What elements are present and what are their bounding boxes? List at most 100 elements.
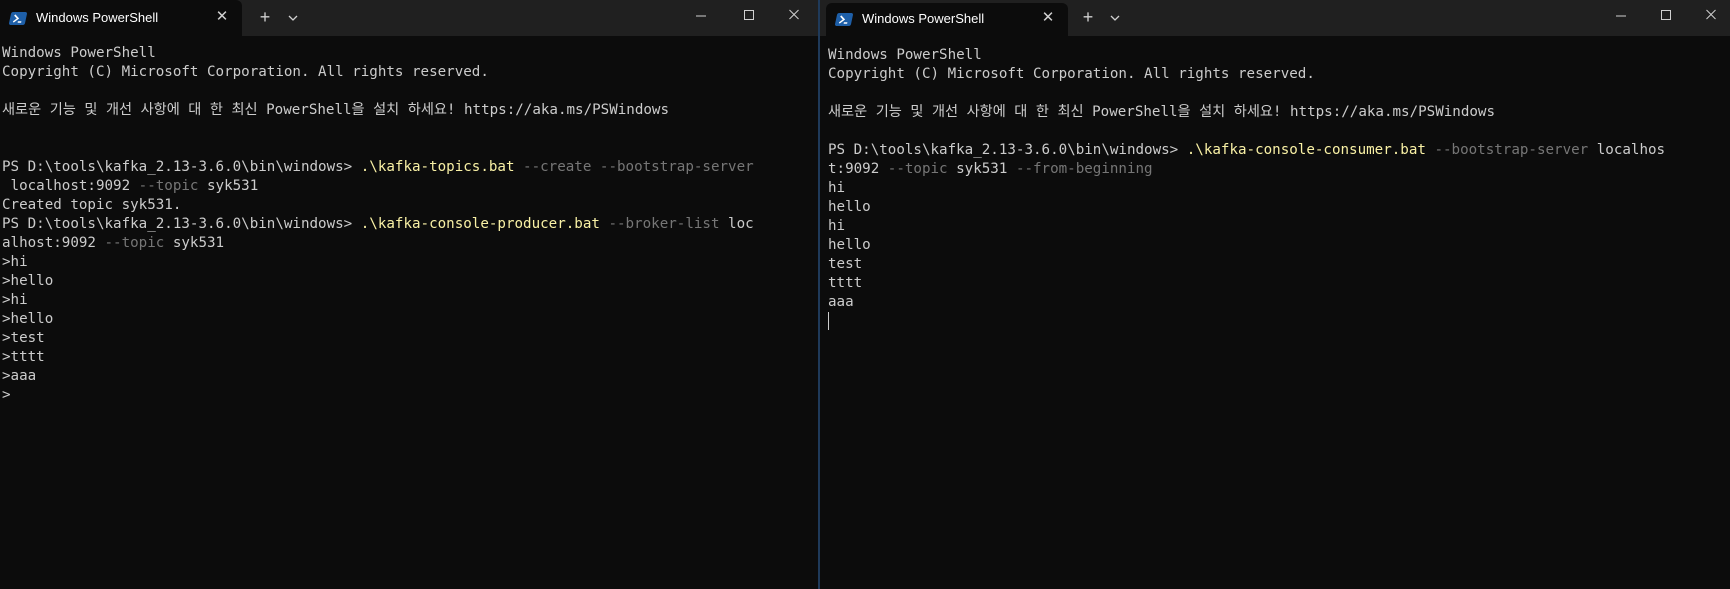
terminal-line: hello xyxy=(828,236,1730,255)
parameter-text: --bootstrap-server xyxy=(1425,142,1589,158)
tab-title: Windows PowerShell xyxy=(862,11,985,26)
output-text: PS D:\tools\kafka_2.13-3.6.0\bin\windows… xyxy=(828,142,1187,158)
terminal-line: >hello xyxy=(2,310,818,329)
output-text: PS D:\tools\kafka_2.13-3.6.0\bin\windows… xyxy=(2,159,361,175)
output-text: test xyxy=(828,256,863,272)
output-text: hi xyxy=(828,218,846,234)
parameter-text: --from-beginning xyxy=(1015,161,1153,177)
output-text: t:9092 xyxy=(828,161,888,177)
terminal-line: hi xyxy=(828,179,1730,198)
terminal-output[interactable]: Windows PowerShell Copyright (C) Microsof… xyxy=(828,46,1730,589)
terminal-line: hi xyxy=(828,217,1730,236)
chevron-down-icon[interactable] xyxy=(286,10,300,24)
terminal-line: aaa xyxy=(828,293,1730,312)
terminal-line: Copyright (C) Microsoft Corporation. All… xyxy=(2,63,818,82)
output-text: hi xyxy=(828,180,846,196)
maximize-icon[interactable] xyxy=(738,6,760,26)
tab-title: Windows PowerShell xyxy=(36,10,159,25)
maximize-icon[interactable] xyxy=(1655,6,1677,26)
terminal-line: PS D:\tools\kafka_2.13-3.6.0\bin\windows… xyxy=(2,158,818,177)
output-text: localhost:9092 xyxy=(2,178,139,194)
output-text: tttt xyxy=(828,275,863,291)
output-text: hello xyxy=(828,199,871,215)
parameter-text: --broker-list xyxy=(599,216,720,232)
output-text: alhost:9092 xyxy=(2,235,105,251)
close-icon[interactable]: ✕ xyxy=(214,9,230,25)
terminal-output[interactable]: Windows PowerShell Copyright (C) Microsof… xyxy=(2,44,818,589)
close-icon[interactable]: ✕ xyxy=(1040,10,1056,26)
command-text: .\kafka-console-consumer.bat xyxy=(1186,142,1426,158)
output-text: syk531 xyxy=(947,161,1016,177)
parameter-text: --create --bootstrap-server xyxy=(514,159,754,175)
output-text: syk531 xyxy=(164,235,225,251)
terminal-line: >tttt xyxy=(2,348,818,367)
output-text: Windows PowerShell xyxy=(2,45,156,61)
parameter-text: --topic xyxy=(104,235,165,251)
terminal-line: Copyright (C) Microsoft Corporation. All… xyxy=(828,65,1730,84)
output-text: Windows PowerShell xyxy=(828,47,982,63)
terminal-line: PS D:\tools\kafka_2.13-3.6.0\bin\windows… xyxy=(2,215,818,234)
terminal-line: Created topic syk531. xyxy=(2,196,818,215)
terminal-line: 새로운 기능 및 개선 사항에 대 한 최신 PowerShell을 설치 하세… xyxy=(828,103,1730,122)
terminal-line: >test xyxy=(2,329,818,348)
terminal-line: PS D:\tools\kafka_2.13-3.6.0\bin\windows… xyxy=(828,141,1730,160)
minimize-icon[interactable] xyxy=(1610,6,1632,26)
tab-windows-powershell[interactable]: Windows PowerShell ✕ xyxy=(826,3,1068,36)
terminal-line: 새로운 기능 및 개선 사항에 대 한 최신 PowerShell을 설치 하세… xyxy=(2,101,818,120)
output-text: syk531 xyxy=(198,178,259,194)
output-text: hello xyxy=(828,237,871,253)
output-text: PS D:\tools\kafka_2.13-3.6.0\bin\windows… xyxy=(2,216,361,232)
output-text: Copyright (C) Microsoft Corporation. All… xyxy=(2,64,489,80)
text-cursor xyxy=(828,312,829,330)
command-text: .\kafka-console-producer.bat xyxy=(360,216,600,232)
output-text: Copyright (C) Microsoft Corporation. All… xyxy=(828,66,1315,82)
terminal-window-right: Windows PowerShell ✕ + Windows PowerShel… xyxy=(820,0,1730,589)
plus-icon[interactable]: + xyxy=(256,8,274,26)
parameter-text: --topic xyxy=(138,178,199,194)
terminal-line: > xyxy=(2,386,818,405)
terminal-line: test xyxy=(828,255,1730,274)
terminal-line: >hello xyxy=(2,272,818,291)
terminal-line: >aaa xyxy=(2,367,818,386)
command-text: .\kafka-topics.bat xyxy=(360,159,515,175)
output-text: loc xyxy=(719,216,754,232)
window-close-icon[interactable] xyxy=(1700,6,1722,26)
output-text: Created topic syk531. xyxy=(2,197,182,213)
title-bar: Windows PowerShell ✕ + xyxy=(820,0,1730,36)
output-text: 새로운 기능 및 개선 사항에 대 한 최신 PowerShell을 설치 하세… xyxy=(2,102,670,118)
powershell-icon xyxy=(834,13,854,26)
terminal-line: >hi xyxy=(2,291,818,310)
output-text: > xyxy=(2,387,11,403)
terminal-line: localhost:9092 --topic syk531 xyxy=(2,177,818,196)
parameter-text: --topic xyxy=(887,161,948,177)
terminal-line: tttt xyxy=(828,274,1730,293)
terminal-line: hello xyxy=(828,198,1730,217)
window-close-icon[interactable] xyxy=(783,6,805,26)
output-text: localhos xyxy=(1588,142,1666,158)
terminal-window-left: Windows PowerShell ✕ + Windows PowerShel… xyxy=(0,0,818,589)
output-text: >hi xyxy=(2,292,28,308)
plus-icon[interactable]: + xyxy=(1079,8,1097,26)
output-text: 새로운 기능 및 개선 사항에 대 한 최신 PowerShell을 설치 하세… xyxy=(828,104,1496,120)
powershell-icon xyxy=(8,12,28,25)
terminal-line xyxy=(828,312,1730,331)
output-text: >test xyxy=(2,330,45,346)
chevron-down-icon[interactable] xyxy=(1108,10,1122,24)
terminal-line: alhost:9092 --topic syk531 xyxy=(2,234,818,253)
output-text: >aaa xyxy=(2,368,37,384)
tab-windows-powershell[interactable]: Windows PowerShell ✕ xyxy=(0,0,242,36)
terminal-line: Windows PowerShell xyxy=(2,44,818,63)
output-text: >hi xyxy=(2,254,28,270)
output-text: >tttt xyxy=(2,349,45,365)
terminal-line: >hi xyxy=(2,253,818,272)
output-text: >hello xyxy=(2,273,54,289)
terminal-line: t:9092 --topic syk531 --from-beginning xyxy=(828,160,1730,179)
output-text: >hello xyxy=(2,311,54,327)
title-bar: Windows PowerShell ✕ + xyxy=(0,0,818,36)
minimize-icon[interactable] xyxy=(690,6,712,26)
